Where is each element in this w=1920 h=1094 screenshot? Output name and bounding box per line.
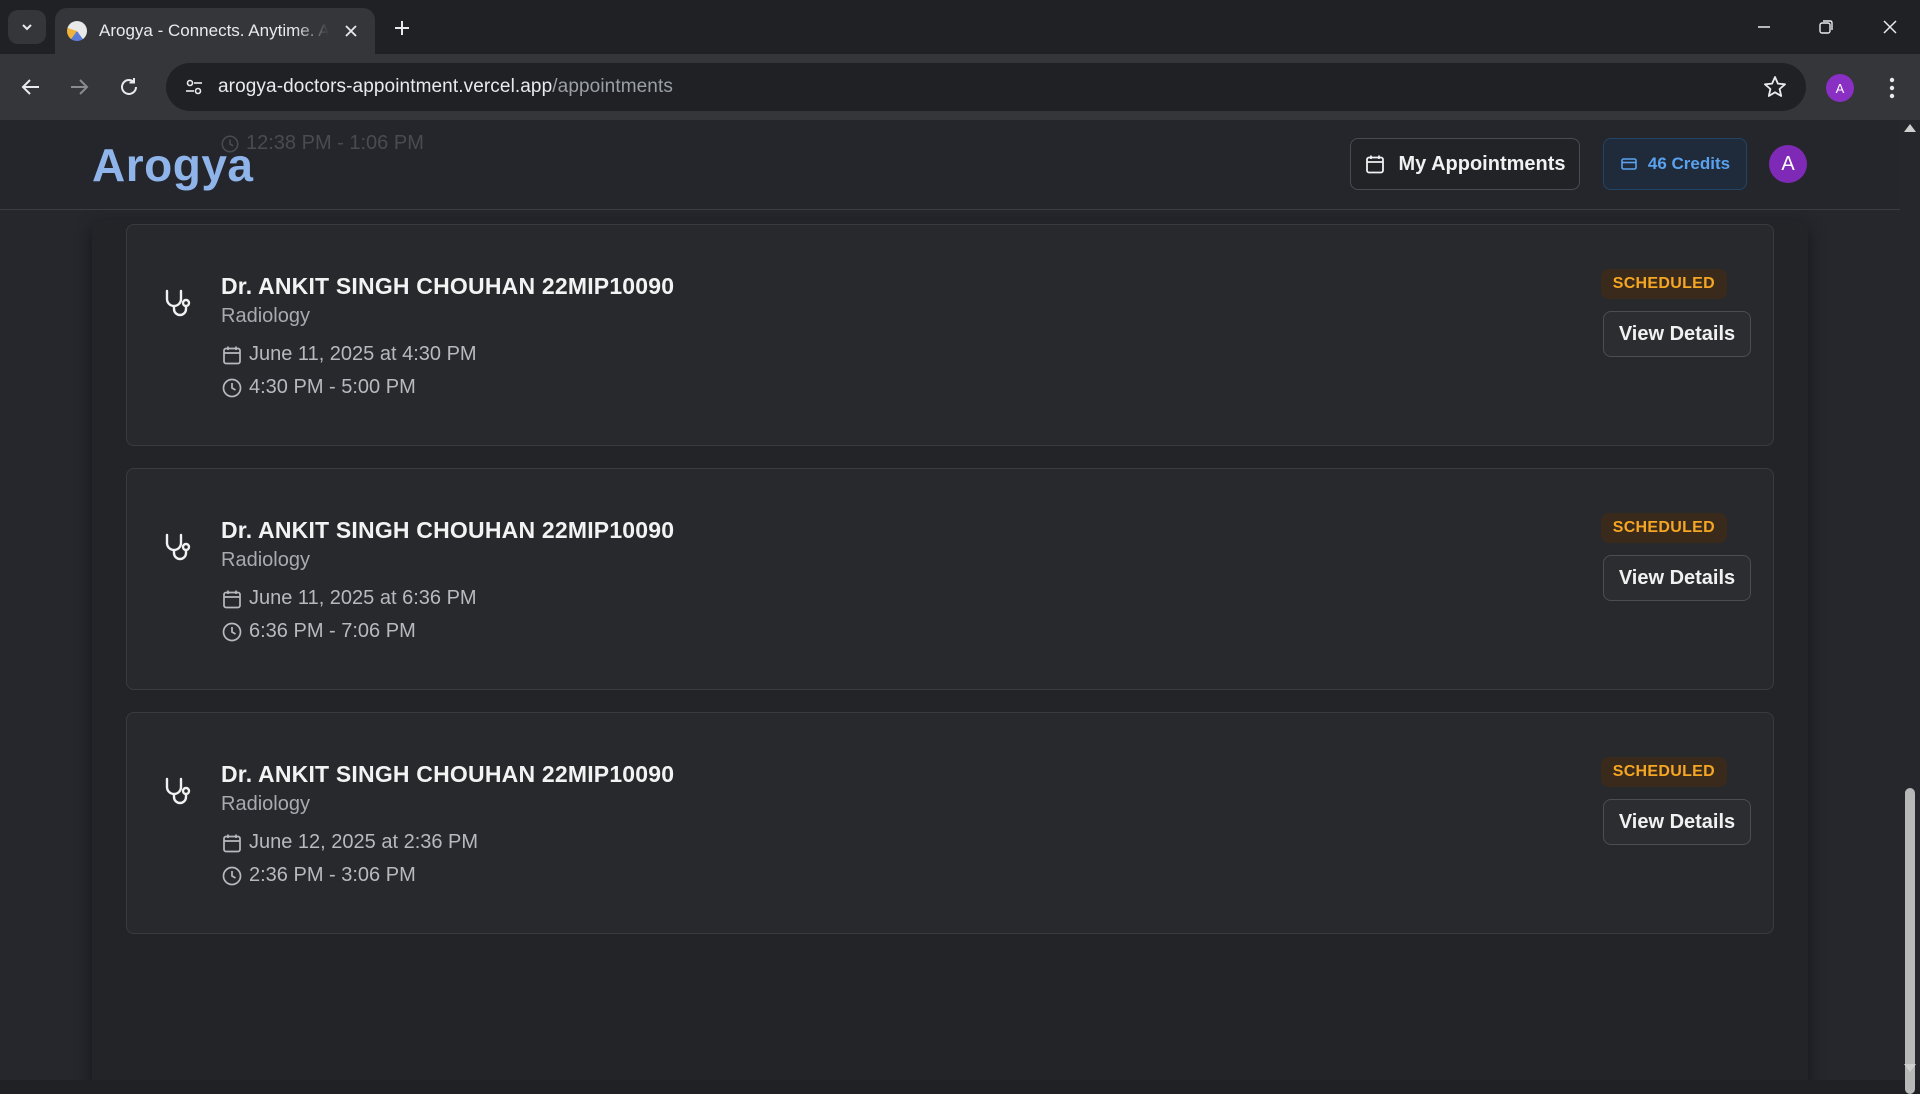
more-vertical-icon — [1889, 77, 1895, 99]
stethoscope-icon — [165, 533, 191, 561]
page-viewport: Dr. ANKIT SINGH CHOUHAN 22MIP10090 Radio… — [0, 120, 1900, 1080]
tab-close-button[interactable] — [339, 19, 363, 43]
status-badge: SCHEDULED — [1600, 757, 1727, 787]
status-badge: SCHEDULED — [1600, 269, 1727, 299]
browser-profile-avatar[interactable]: A — [1826, 74, 1854, 102]
scroll-down-arrow-icon[interactable] — [1904, 1064, 1916, 1072]
plus-icon — [395, 21, 409, 35]
doctor-name: Dr. ANKIT SINGH CHOUHAN 22MIP10090 — [221, 761, 675, 787]
arrow-left-icon — [21, 79, 39, 95]
appointment-time: 6:36 PM - 7:06 PM — [221, 620, 416, 643]
stethoscope-icon — [165, 777, 191, 805]
browser-tab-strip: Arogya - Connects. Anytime. Anywhere. — [0, 0, 1920, 54]
clock-icon — [222, 622, 242, 641]
back-button[interactable] — [12, 68, 50, 106]
browser-tab-active[interactable]: Arogya - Connects. Anytime. Anywhere. — [55, 8, 375, 54]
restore-button[interactable] — [1802, 8, 1850, 46]
doctor-name: Dr. ANKIT SINGH CHOUHAN 22MIP10090 — [221, 273, 675, 299]
favicon-icon — [67, 21, 87, 41]
appointment-time: 4:30 PM - 5:00 PM — [221, 376, 416, 399]
tab-search-button[interactable] — [8, 10, 46, 44]
my-appointments-button[interactable]: My Appointments — [1350, 138, 1580, 190]
appointment-date-text: June 11, 2025 at 6:36 PM — [249, 587, 477, 609]
my-appointments-label: My Appointments — [1398, 152, 1566, 175]
view-details-button[interactable]: View Details — [1603, 555, 1751, 601]
minimize-icon — [1758, 26, 1770, 28]
calendar-icon — [223, 590, 241, 608]
reload-button[interactable] — [110, 68, 148, 106]
clock-icon — [222, 378, 242, 397]
user-avatar[interactable]: A — [1769, 145, 1807, 183]
appointment-date-text: June 12, 2025 at 2:36 PM — [249, 831, 479, 853]
calendar-icon — [223, 346, 241, 364]
status-badge: SCHEDULED — [1600, 513, 1727, 543]
scrolled-under-time-text: 12:38 PM - 1:06 PM — [246, 132, 424, 154]
credits-button[interactable]: 46 Credits — [1603, 138, 1747, 190]
stethoscope-icon — [165, 289, 191, 317]
doctor-specialty: Radiology — [221, 793, 310, 815]
appointment-time-text: 4:30 PM - 5:00 PM — [249, 376, 416, 398]
doctor-specialty: Radiology — [221, 549, 310, 571]
appointment-date-text: June 11, 2025 at 4:30 PM — [249, 343, 477, 365]
window-close-button[interactable] — [1866, 8, 1914, 46]
chevron-down-icon — [22, 24, 32, 31]
arrow-right-icon — [71, 79, 89, 95]
url-path: /appointments — [552, 76, 673, 97]
site-header: 12:38 PM - 1:06 PM Arogya My Appointment… — [0, 120, 1900, 210]
appointment-card: Dr. ANKIT SINGH CHOUHAN 22MIP10090 Radio… — [126, 712, 1774, 934]
brand-logo[interactable]: Arogya — [92, 138, 253, 192]
reload-icon — [121, 78, 137, 95]
site-settings-icon[interactable] — [170, 63, 218, 111]
minimize-button[interactable] — [1740, 8, 1788, 46]
scrollbar-thumb[interactable] — [1905, 788, 1915, 1094]
appointment-card: Dr. ANKIT SINGH CHOUHAN 22MIP10090 Radio… — [126, 224, 1774, 446]
appointment-date: June 12, 2025 at 2:36 PM — [221, 831, 478, 854]
url-host: arogya-doctors-appointment.vercel.app — [218, 76, 553, 97]
view-details-button[interactable]: View Details — [1603, 311, 1751, 357]
calendar-icon — [1366, 155, 1385, 174]
tab-title: Arogya - Connects. Anytime. Anywhere. — [99, 21, 329, 40]
bookmark-star-icon[interactable] — [1762, 74, 1788, 100]
appointment-date: June 11, 2025 at 4:30 PM — [221, 343, 477, 366]
scroll-up-arrow-icon[interactable] — [1904, 124, 1916, 132]
browser-menu-button[interactable] — [1878, 72, 1906, 104]
address-bar[interactable]: arogya-doctors-appointment.vercel.app/ap… — [166, 63, 1806, 111]
close-icon — [1883, 20, 1897, 34]
view-details-button[interactable]: View Details — [1603, 799, 1751, 845]
appointment-date: June 11, 2025 at 6:36 PM — [221, 587, 477, 610]
forward-button[interactable] — [60, 68, 98, 106]
clock-icon — [222, 866, 242, 885]
appointment-time-text: 2:36 PM - 3:06 PM — [249, 864, 416, 886]
doctor-name: Dr. ANKIT SINGH CHOUHAN 22MIP10090 — [221, 517, 675, 543]
close-icon — [345, 25, 357, 37]
browser-toolbar: arogya-doctors-appointment.vercel.app/ap… — [0, 54, 1920, 120]
restore-icon — [1819, 20, 1833, 34]
credits-label: 46 Credits — [1647, 154, 1731, 173]
calendar-icon — [223, 834, 241, 852]
credit-card-icon — [1621, 158, 1637, 170]
url-text: arogya-doctors-appointment.vercel.app/ap… — [218, 76, 673, 98]
appointment-card: Dr. ANKIT SINGH CHOUHAN 22MIP10090 Radio… — [126, 468, 1774, 690]
appointment-time-text: 6:36 PM - 7:06 PM — [249, 620, 416, 642]
new-tab-button[interactable] — [386, 12, 418, 44]
page-scrollbar[interactable] — [1900, 120, 1920, 1094]
doctor-specialty: Radiology — [221, 305, 310, 327]
appointment-time: 2:36 PM - 3:06 PM — [221, 864, 416, 887]
